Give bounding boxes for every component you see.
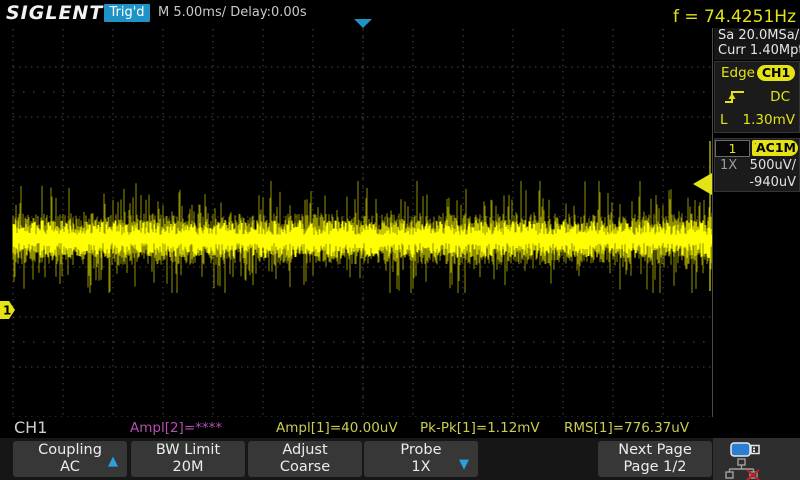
softkey-menu-bar: Coupling AC ▲ BW Limit 20M Adjust Coarse… [0,438,800,480]
acquisition-info-panel: Sa 20.0MSa/s Curr 1.40Mpts [714,28,800,60]
oscilloscope-screen: 1 SIGLENT Trig'd M 5.00ms/ Delay:0.00s f… [0,0,800,480]
probe-button[interactable]: Probe 1X ▼ [364,441,478,477]
measurement-ampl-ch1: Ampl[1]=40.00uV [276,420,398,436]
bw-limit-button-title: BW Limit [131,442,245,459]
measurement-row: CH1 Ampl[2]=**** Ampl[1]=40.00uV Pk-Pk[1… [0,417,800,438]
trigger-level-label: L [720,112,728,128]
trigger-level-value: 1.30mV [743,112,795,128]
next-page-button-value: Page 1/2 [598,459,712,476]
volts-per-div-readout: 500uV/ [750,158,796,173]
sample-rate-readout: Sa 20.0MSa/s [714,28,800,43]
adjust-button-value: Coarse [248,459,362,476]
measurement-pkpk-ch1: Pk-Pk[1]=1.12mV [420,420,540,436]
trigger-info-panel: Edge CH1 DC L 1.30mV [714,61,800,133]
timebase-delay-readout: M 5.00ms/ Delay:0.00s [158,5,307,20]
probe-attenuation-readout: 1X [720,158,737,173]
channel-coupling-badge: AC1M [754,140,798,156]
measurement-ampl-ch2: Ampl[2]=**** [130,420,222,436]
channel1-marker-number: 1 [3,304,11,318]
lan-disconnected-icon [723,458,761,480]
next-page-button-title: Next Page [598,442,712,459]
trigger-status-badge: Trig'd [104,4,150,22]
down-arrow-icon: ▼ [459,456,469,473]
bw-limit-button[interactable]: BW Limit 20M [131,441,245,477]
rising-edge-icon [724,89,746,105]
ch1-waveform-trace [0,0,713,418]
bw-limit-button-value: 20M [131,459,245,476]
measurement-channel-label: CH1 [14,418,47,437]
usb-icon [730,442,762,457]
next-page-button[interactable]: Next Page Page 1/2 [598,441,712,477]
trigger-level-marker-icon [693,173,712,195]
trigger-coupling-label: DC [770,89,790,105]
adjust-button[interactable]: Adjust Coarse [248,441,362,477]
siglent-logo: SIGLENT [6,2,103,24]
measurement-rms-ch1: RMS[1]=776.37uV [564,420,689,436]
channel1-info-panel: 1 B AC1M 1X 500uV/ -940uV [714,138,800,192]
status-icon-zone [713,438,800,480]
channel-offset-readout: -940uV [749,175,796,190]
coupling-button[interactable]: Coupling AC ▲ [13,441,127,477]
top-status-bar: SIGLENT Trig'd M 5.00ms/ Delay:0.00s f =… [0,0,800,28]
right-sidebar: Sa 20.0MSa/s Curr 1.40Mpts Edge CH1 DC L… [712,28,800,418]
frequency-counter-readout: f = 74.4251Hz [673,7,796,27]
channel-number-cell: 1 [715,140,750,157]
trigger-position-marker-icon [354,19,372,28]
up-arrow-icon: ▲ [108,453,118,470]
trigger-source-badge: CH1 [757,65,795,81]
trigger-type-label: Edge [721,65,755,81]
memory-depth-readout: Curr 1.40Mpts [714,43,800,58]
channel1-ground-marker-icon: 1 [0,301,15,319]
adjust-button-title: Adjust [248,442,362,459]
